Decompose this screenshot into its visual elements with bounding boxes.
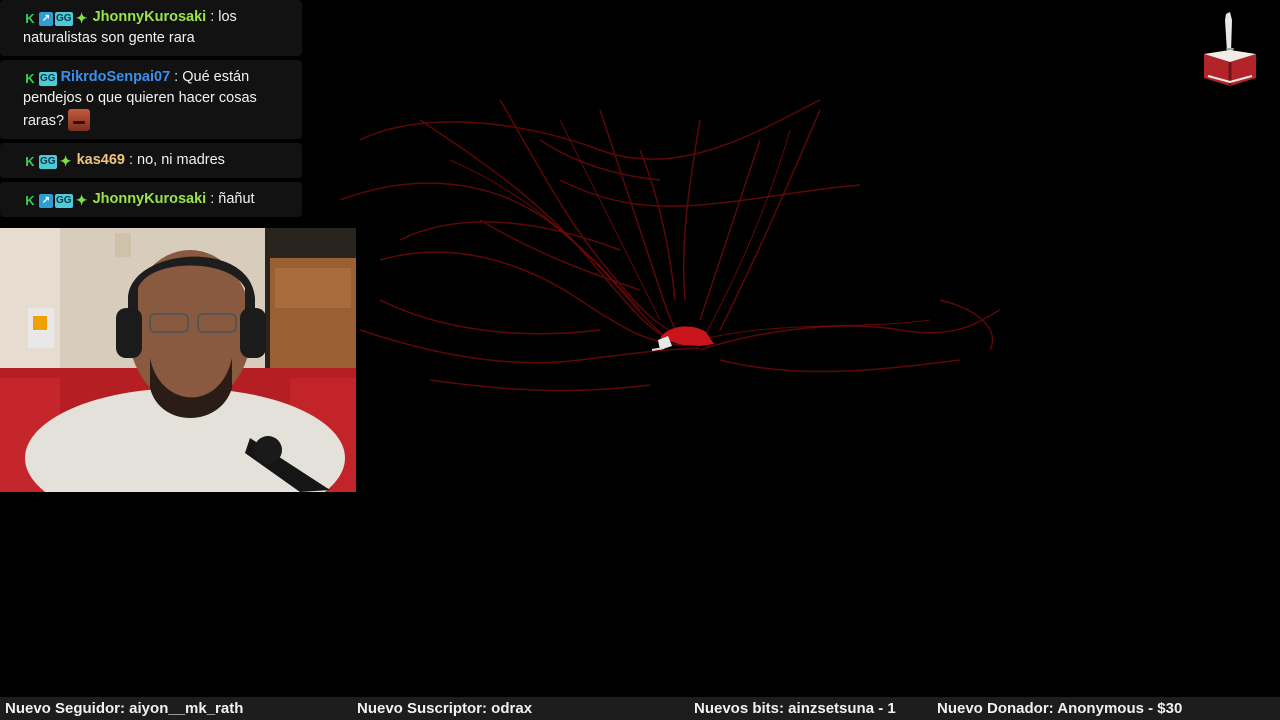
prime-icon: ↗ (39, 193, 53, 208)
chat-username[interactable]: RikrdoSenpai07 (61, 69, 171, 85)
chat-username[interactable]: JhonnyKurosaki (93, 9, 207, 25)
chat-text: no, ni madres (137, 152, 225, 168)
gg-icon: GG (39, 154, 57, 169)
chat-text: ñañut (218, 191, 255, 207)
gg-icon: GG (39, 71, 57, 86)
chat-separator: : (206, 191, 219, 207)
k-icon: K (25, 193, 35, 208)
gg-icon: GG (55, 11, 73, 26)
book-quill-icon (1200, 12, 1260, 86)
k-icon: K (25, 154, 35, 169)
prime-icon: ↗ (39, 11, 53, 26)
webcam-feed (0, 228, 356, 492)
chat-badges: K GG ✦ (23, 153, 73, 169)
new-bits-text: Nuevos bits: ainzsetsuna - 1 (694, 700, 896, 717)
chat-username[interactable]: kas469 (77, 152, 125, 168)
player-sprite (651, 326, 714, 351)
new-donor-text: Nuevo Donador: Anonymous - $30 (937, 700, 1183, 717)
chat-overlay: K ↗ GG ✦ JhonnyKurosaki : los naturalistas s… (0, 0, 302, 221)
chat-badges: K ↗ GG ✦ (23, 10, 89, 26)
sparkle-icon: ✦ (75, 10, 88, 26)
k-icon: K (25, 71, 35, 86)
sparkle-icon: ✦ (75, 192, 88, 208)
gg-icon: GG (55, 193, 73, 208)
chat-message: K GG ✦ kas469 : no, ni madres (0, 143, 302, 178)
new-follower-text: Nuevo Seguidor: aiyon__mk_rath (5, 700, 244, 717)
chat-badges: K ↗ GG ✦ (23, 192, 89, 208)
alert-ticker: Nuevo Seguidor: aiyon__mk_rath Nuevo Sus… (0, 697, 1280, 720)
chat-message: K GG RikrdoSenpai07 : Qué están pendejos o… (0, 60, 302, 139)
chat-separator: : (124, 152, 138, 168)
chat-username[interactable]: JhonnyKurosaki (93, 191, 207, 207)
mustache-face-emote (68, 109, 91, 131)
new-subscriber-text: Nuevo Suscriptor: odrax (357, 700, 533, 717)
chat-badges: K GG (23, 71, 57, 86)
chat-separator: : (206, 9, 219, 25)
chat-message: K ↗ GG ✦ JhonnyKurosaki : ñañut (0, 182, 302, 217)
chat-message: K ↗ GG ✦ JhonnyKurosaki : los naturalistas s… (0, 0, 302, 56)
chat-separator: : (170, 69, 183, 85)
sparkle-icon: ✦ (59, 153, 72, 169)
k-icon: K (25, 11, 35, 26)
